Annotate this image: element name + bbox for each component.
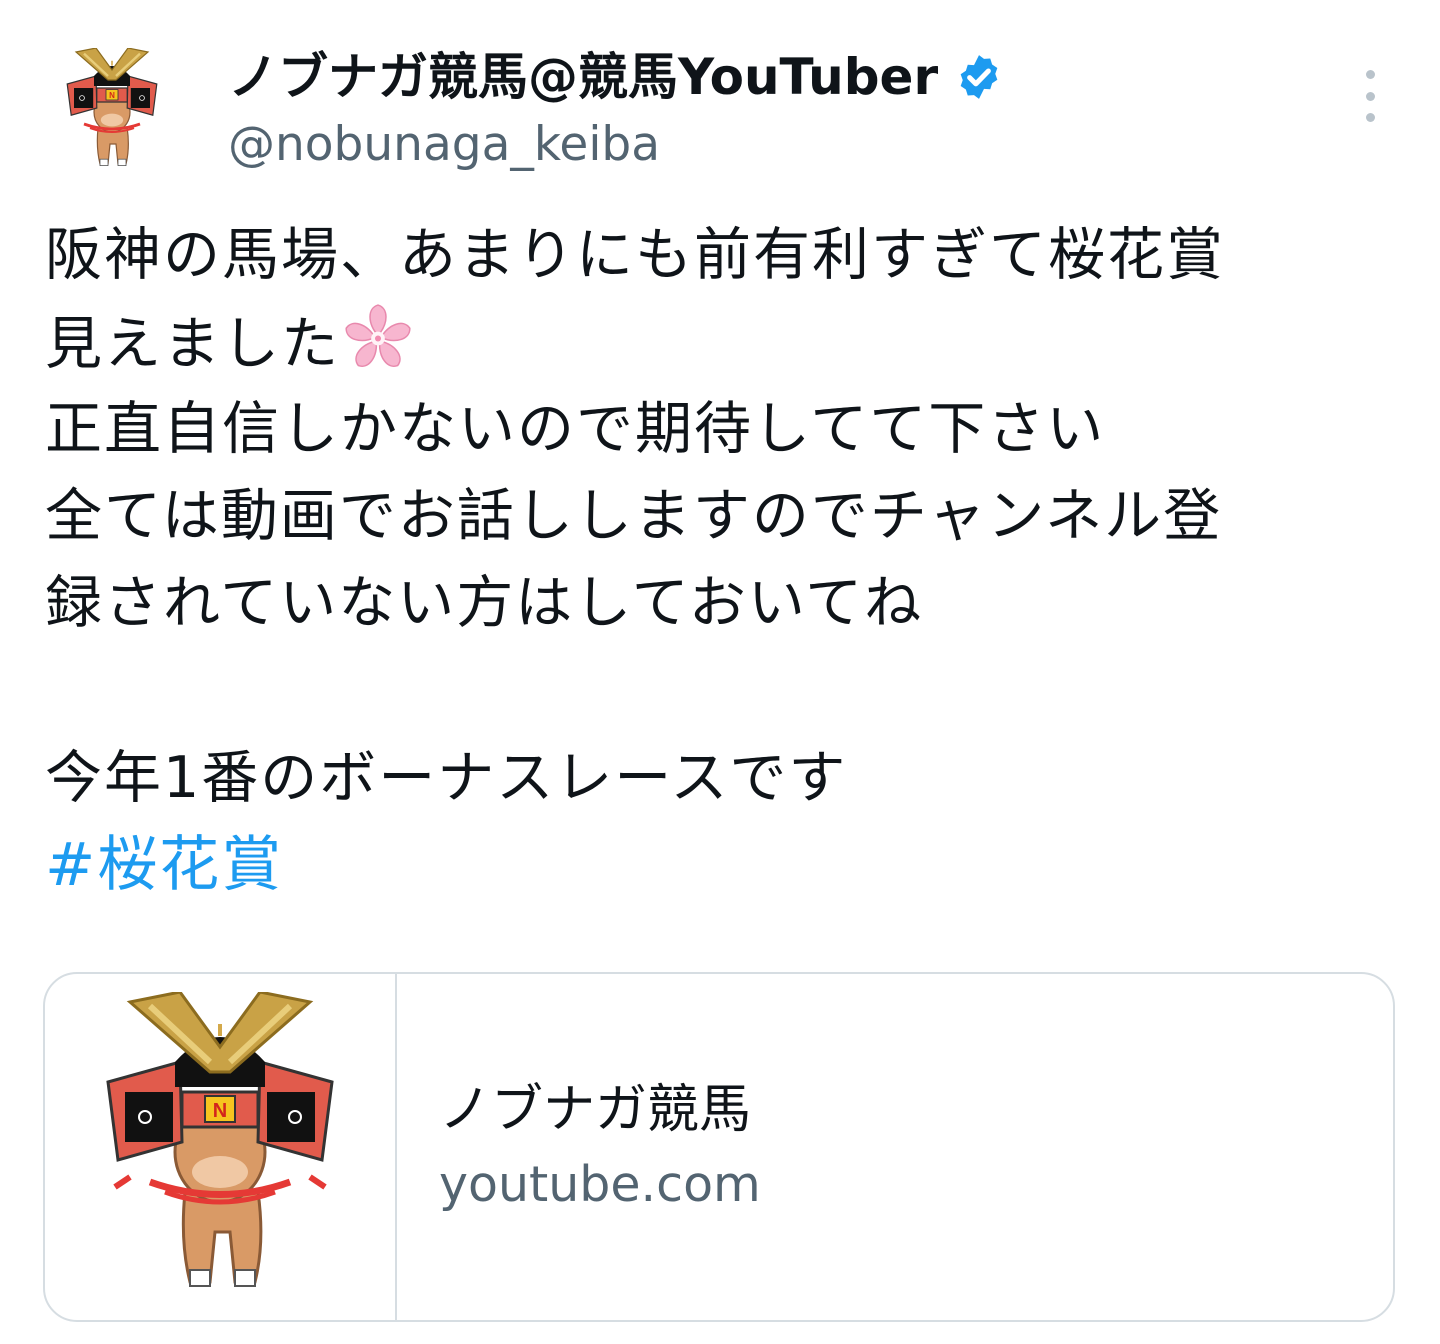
author-handle[interactable]: @nobunaga_keiba	[228, 115, 660, 175]
tweet-text-line: 録されていない方はしておいてね	[45, 570, 924, 636]
link-card-info: ノブナガ競馬 youtube.com	[397, 974, 761, 1320]
link-preview-card[interactable]: N ノブナガ競馬 youtube.com	[43, 972, 1395, 1322]
verified-badge-icon	[960, 55, 998, 99]
samurai-horse-mascot-icon: N	[106, 992, 334, 1287]
cherry-blossom-icon	[345, 304, 411, 368]
tweet-text: 阪神の馬場、あまりにも前有利すぎて桜花賞 見えました 正直自信しかないので期待し…	[45, 212, 1405, 909]
more-vertical-icon[interactable]	[1348, 70, 1392, 122]
tweet-text-line-with-emoji: 見えました	[45, 299, 1405, 386]
link-card-thumbnail: N	[45, 974, 397, 1320]
svg-text:N: N	[109, 91, 115, 100]
author-display-name-row[interactable]: ノブナガ競馬@競馬YouTuber	[228, 44, 1004, 110]
samurai-horse-mascot-icon: N	[66, 47, 158, 166]
svg-text:N: N	[213, 1100, 227, 1122]
hashtag-link[interactable]: #桜花賞	[45, 830, 283, 900]
link-card-title: ノブナガ競馬	[439, 1080, 752, 1140]
tweet-text-line: 阪神の馬場、あまりにも前有利すぎて桜花賞	[45, 222, 1225, 288]
tweet-text-line: 正直自信しかないので期待してて下さい	[45, 396, 1106, 462]
tweet-text-line: 今年1番のボーナスレースです	[45, 745, 848, 811]
tweet-text-line: 見えました	[45, 311, 340, 377]
author-display-name[interactable]: ノブナガ競馬@競馬YouTuber	[228, 44, 938, 110]
tweet-text-line: 全ては動画でお話ししますのでチャンネル登	[45, 483, 1223, 549]
link-card-domain: youtube.com	[439, 1156, 761, 1213]
author-avatar[interactable]: N	[60, 47, 164, 172]
